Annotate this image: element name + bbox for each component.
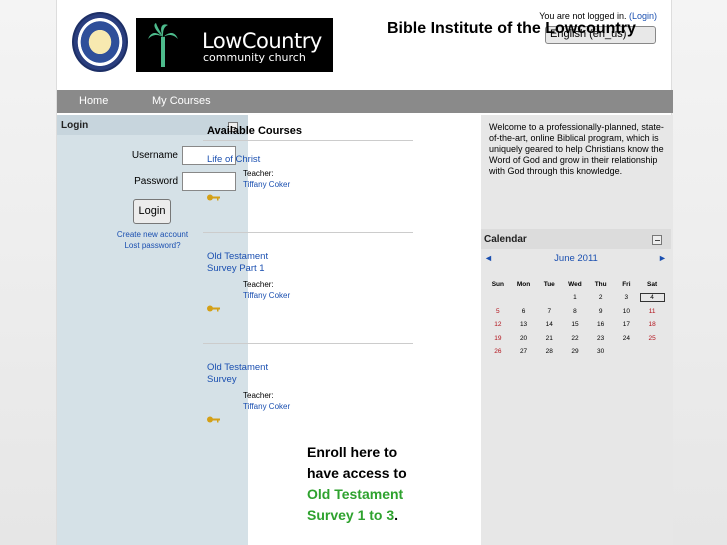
calendar-day[interactable]: 21 bbox=[536, 332, 562, 346]
nav-my-courses[interactable]: My Courses bbox=[152, 95, 211, 107]
calendar-day[interactable]: 15 bbox=[562, 318, 588, 332]
calendar-month[interactable]: June 2011 bbox=[481, 253, 671, 264]
guest-key-icon bbox=[207, 416, 220, 423]
enroll-text: Enroll here to have access to bbox=[307, 444, 407, 481]
weekday-header: Wed bbox=[568, 280, 582, 288]
calendar-day bbox=[639, 345, 665, 359]
course-title-line: Old Testament bbox=[207, 251, 269, 262]
calendar-week: 26 27 28 29 30 bbox=[485, 345, 665, 359]
enroll-course-link[interactable]: Old Testament Survey 1 to 3 bbox=[307, 486, 403, 523]
course-title-line: Life of Christ bbox=[207, 154, 261, 165]
calendar-day[interactable]: 1 bbox=[562, 291, 588, 305]
login-button[interactable]: Login bbox=[133, 199, 171, 224]
divider bbox=[203, 343, 413, 344]
calendar-day[interactable]: 12 bbox=[485, 318, 511, 332]
calendar-day[interactable]: 8 bbox=[562, 305, 588, 319]
next-month-icon[interactable]: ► bbox=[658, 253, 667, 263]
calendar-day[interactable]: 30 bbox=[588, 345, 614, 359]
calendar-grid: Sun Mon Tue Wed Thu Fri Sat 1 2 3 4 5 6 7 8 9 10 11 12 13 1… bbox=[485, 277, 665, 359]
institute-seal-logo bbox=[72, 12, 128, 72]
logo-subtext: community church bbox=[203, 51, 306, 64]
guest-key-icon bbox=[207, 194, 220, 201]
course-link-ot-survey-1[interactable]: Old Testament Survey Part 1 bbox=[207, 251, 268, 275]
course-title-line: Old Testament bbox=[207, 362, 269, 373]
calendar-title: Calendar bbox=[484, 234, 527, 245]
calendar-day[interactable]: 11 bbox=[639, 305, 665, 319]
welcome-text: Welcome to a professionally-planned, sta… bbox=[489, 122, 664, 176]
calendar-day[interactable]: 17 bbox=[614, 318, 640, 332]
divider bbox=[203, 232, 413, 233]
calendar-day[interactable]: 13 bbox=[511, 318, 537, 332]
guest-key-icon bbox=[207, 305, 220, 312]
calendar-day[interactable]: 19 bbox=[485, 332, 511, 346]
calendar-day[interactable]: 9 bbox=[588, 305, 614, 319]
calendar-day[interactable]: 18 bbox=[639, 318, 665, 332]
teacher-link[interactable]: Tiffany Coker bbox=[243, 180, 290, 189]
calendar-day[interactable]: 5 bbox=[485, 305, 511, 319]
weekday-header: Sat bbox=[647, 280, 658, 288]
divider bbox=[203, 140, 413, 141]
calendar-day[interactable]: 23 bbox=[588, 332, 614, 346]
calendar-day[interactable]: 28 bbox=[536, 345, 562, 359]
teacher-link[interactable]: Tiffany Coker bbox=[243, 291, 290, 300]
course-link-life-of-christ[interactable]: Life of Christ bbox=[207, 154, 260, 166]
weekday-header: Mon bbox=[516, 280, 531, 288]
calendar-day[interactable]: 6 bbox=[511, 305, 537, 319]
calendar-day bbox=[536, 291, 562, 305]
available-courses-title: Available Courses bbox=[207, 125, 302, 137]
teacher-link[interactable]: Tiffany Coker bbox=[243, 402, 290, 411]
password-input[interactable] bbox=[182, 172, 236, 191]
calendar-day[interactable]: 27 bbox=[511, 345, 537, 359]
weekday-header: Thu bbox=[594, 280, 607, 288]
logo-text: LowCountry bbox=[202, 29, 322, 53]
weekday-header: Sun bbox=[491, 280, 504, 288]
course-title-line: Survey bbox=[207, 374, 237, 385]
calendar-day[interactable]: 26 bbox=[485, 345, 511, 359]
nav-home[interactable]: Home bbox=[79, 95, 108, 107]
enroll-suffix: . bbox=[394, 507, 399, 523]
site-title: Bible Institute of the Lowcountry bbox=[387, 20, 636, 37]
welcome-block: Welcome to a professionally-planned, sta… bbox=[481, 115, 671, 225]
calendar-day[interactable]: 25 bbox=[639, 332, 665, 346]
collapse-icon[interactable] bbox=[652, 235, 662, 245]
calendar-day[interactable]: 3 bbox=[614, 291, 640, 305]
calendar-day[interactable]: 4 bbox=[639, 291, 665, 305]
nav-bar: Home My Courses bbox=[57, 90, 673, 113]
calendar-day[interactable]: 24 bbox=[614, 332, 640, 346]
weekday-header: Tue bbox=[543, 280, 555, 288]
calendar-day[interactable]: 29 bbox=[562, 345, 588, 359]
calendar-week: 19 20 21 22 23 24 25 bbox=[485, 332, 665, 346]
login-block: Login Username Password Login Create new… bbox=[57, 115, 248, 545]
calendar-day[interactable]: 10 bbox=[614, 305, 640, 319]
church-logo: LowCountry community church bbox=[136, 18, 333, 72]
calendar-day[interactable]: 16 bbox=[588, 318, 614, 332]
username-label: Username bbox=[131, 150, 178, 161]
calendar-day[interactable]: 14 bbox=[536, 318, 562, 332]
password-label: Password bbox=[134, 176, 178, 187]
calendar-day[interactable]: 7 bbox=[536, 305, 562, 319]
enroll-notice: Enroll here to have access to Old Testam… bbox=[307, 442, 417, 526]
palm-tree-icon bbox=[148, 23, 178, 67]
calendar-day[interactable]: 20 bbox=[511, 332, 537, 346]
teacher-label: Teacher: bbox=[243, 391, 274, 400]
calendar-day bbox=[485, 291, 511, 305]
calendar-day[interactable]: 22 bbox=[562, 332, 588, 346]
weekday-header: Fri bbox=[622, 280, 631, 288]
calendar-day bbox=[614, 345, 640, 359]
login-block-title: Login bbox=[61, 120, 89, 131]
calendar-week: 5 6 7 8 9 10 11 bbox=[485, 305, 665, 319]
teacher-label: Teacher: bbox=[243, 169, 274, 178]
calendar-week: 1234 bbox=[485, 291, 665, 305]
calendar-day[interactable]: 2 bbox=[588, 291, 614, 305]
calendar-day bbox=[511, 291, 537, 305]
course-title-line: Survey Part 1 bbox=[207, 263, 265, 274]
calendar-header: Calendar bbox=[481, 229, 671, 249]
lost-password-link[interactable]: Lost password? bbox=[57, 241, 248, 250]
teacher-label: Teacher: bbox=[243, 280, 274, 289]
calendar-week: 12 13 14 15 16 17 18 bbox=[485, 318, 665, 332]
course-link-ot-survey[interactable]: Old Testament Survey bbox=[207, 362, 268, 386]
